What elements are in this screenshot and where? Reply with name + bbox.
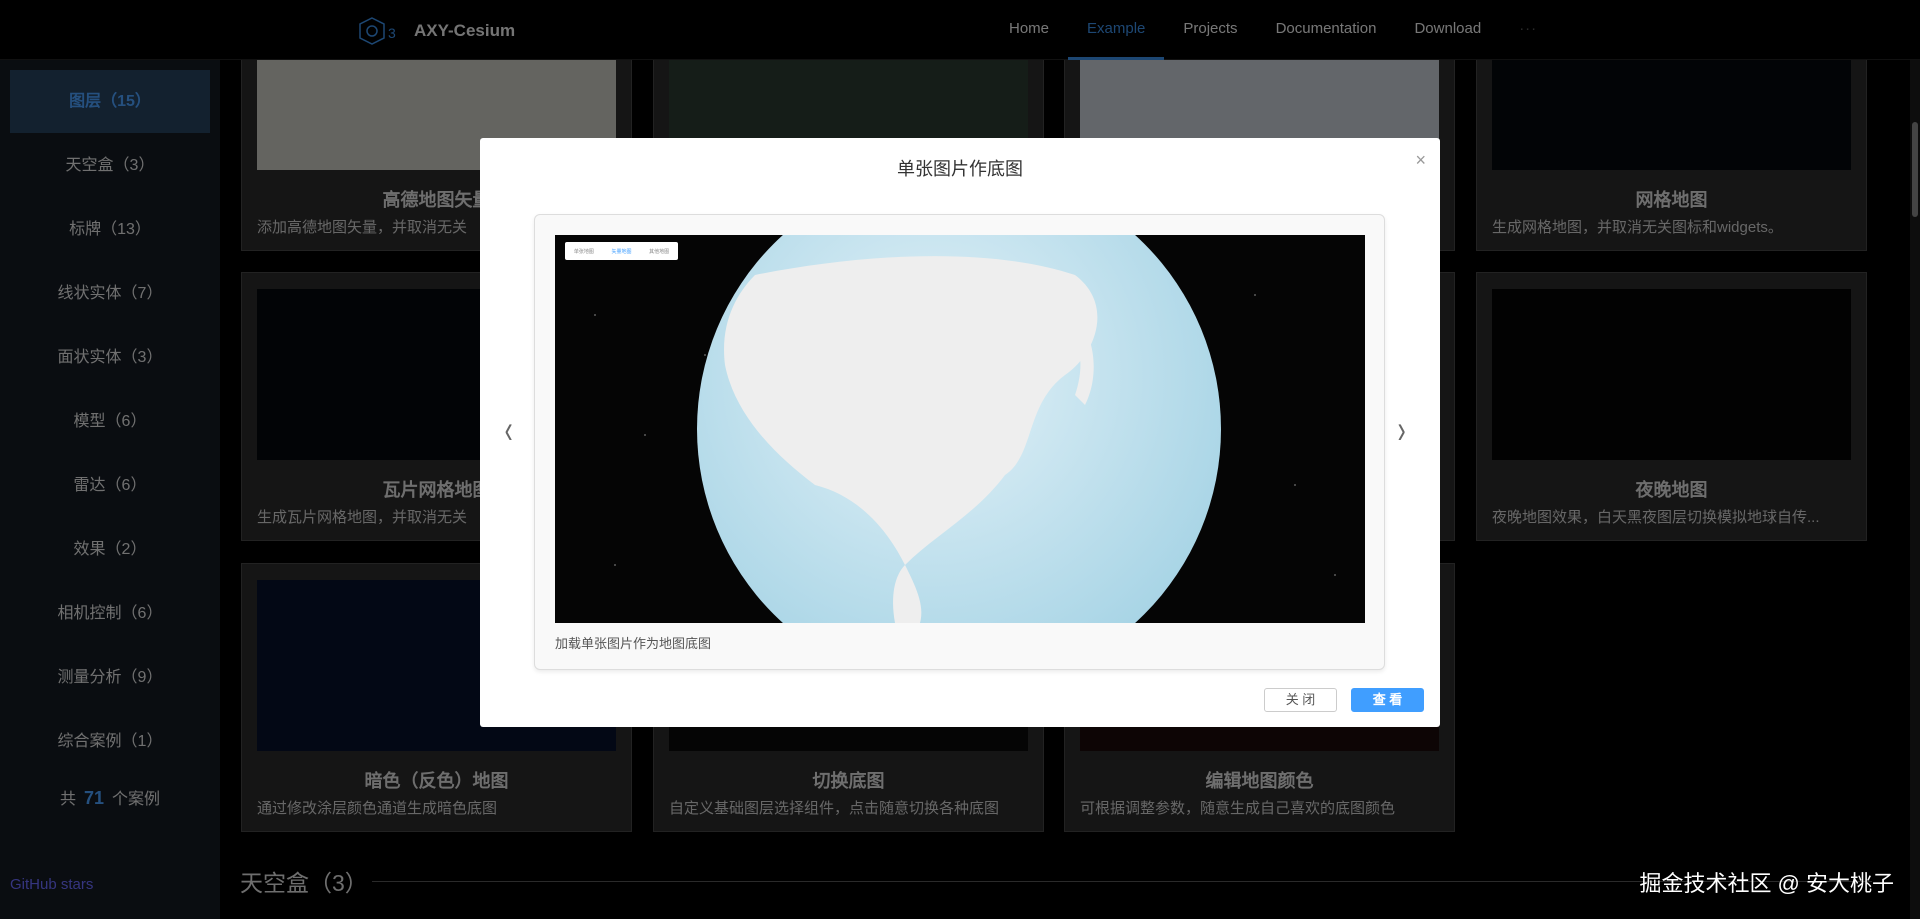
preview-caption: 加载单张图片作为地图底图	[555, 633, 711, 652]
globe-image	[555, 235, 1365, 623]
watermark: 掘金技术社区 @ 安大桃子	[1639, 866, 1894, 898]
preview-image: 单张地图 矢量地图 其他地图	[555, 235, 1365, 623]
close-button[interactable]: 关 闭	[1264, 688, 1337, 712]
close-icon[interactable]: ×	[1415, 150, 1426, 171]
view-button[interactable]: 查 看	[1351, 688, 1424, 712]
preview-dialog: 单张图片作底图 × ‹ › 单张地图 矢量地图 其他地图 加载单张图片作为地图底…	[480, 138, 1440, 727]
preview-card: 单张地图 矢量地图 其他地图 加载单张图片作为地图底图	[534, 214, 1385, 670]
mini-basemap-toolbar: 单张地图 矢量地图 其他地图	[565, 242, 678, 260]
dialog-title: 单张图片作底图	[480, 155, 1440, 181]
chevron-right-icon[interactable]: ›	[1398, 408, 1406, 453]
mini-tab: 其他地图	[649, 248, 669, 255]
mini-tab: 单张地图	[574, 248, 594, 255]
chevron-left-icon[interactable]: ‹	[505, 408, 513, 453]
mini-tab-selected: 矢量地图	[611, 248, 631, 255]
